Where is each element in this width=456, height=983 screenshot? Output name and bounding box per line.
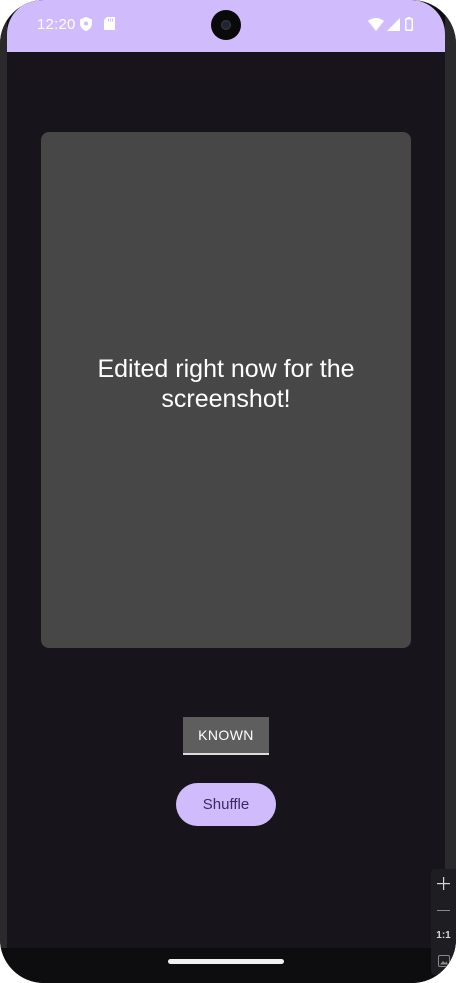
front-camera: [211, 10, 241, 40]
app-screen: 12:20 Edited right now for the screensho…: [7, 0, 445, 948]
shield-icon: [80, 17, 92, 36]
actual-size-button[interactable]: 1:1: [431, 929, 456, 943]
image-icon[interactable]: [431, 953, 456, 969]
minus-icon[interactable]: [431, 903, 456, 917]
home-indicator[interactable]: [168, 959, 284, 964]
cellular-signal-icon: [387, 18, 400, 36]
flashcard-text: Edited right now for the screenshot!: [97, 355, 355, 413]
flashcard[interactable]: Edited right now for the screenshot!: [41, 132, 411, 648]
navigation-bar: [0, 948, 456, 983]
device-bezel-left: [0, 0, 7, 983]
device-bezel-right: [445, 0, 456, 983]
sd-card-icon: [104, 17, 115, 35]
shuffle-button[interactable]: Shuffle: [176, 783, 276, 826]
battery-icon: [405, 17, 413, 36]
wifi-icon: [368, 18, 384, 36]
status-time: 12:20: [37, 16, 76, 33]
device-frame: 12:20 Edited right now for the screensho…: [0, 0, 456, 983]
emulator-side-toolbar: 1:1: [431, 869, 456, 975]
status-bar: 12:20: [7, 0, 445, 52]
plus-icon[interactable]: [431, 875, 456, 893]
known-button[interactable]: KNOWN: [183, 717, 269, 755]
